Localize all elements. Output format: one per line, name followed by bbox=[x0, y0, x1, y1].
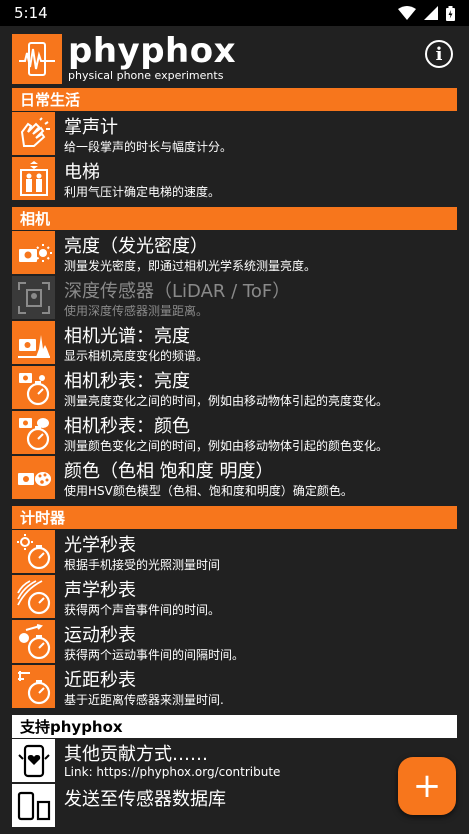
signal-icon bbox=[424, 6, 438, 20]
item-title: 亮度（发光密度） bbox=[64, 236, 208, 257]
item-title: 近距秒表 bbox=[64, 670, 136, 691]
section-header-camera: 相机 bbox=[12, 207, 457, 230]
wifi-icon bbox=[398, 6, 416, 20]
item-desc: 获得两个声音事件间的时间。 bbox=[64, 603, 221, 617]
experiment-item[interactable]: 颜色（色相 饱和度 明度） 使用HSV颜色模型（色相、饱和度和明度）确定颜色。 bbox=[12, 455, 469, 500]
phone-heart-icon bbox=[12, 739, 55, 782]
app-window: 5:14 phyphox physical phone experiments … bbox=[0, 0, 469, 834]
item-desc: 显示相机亮度变化的频谱。 bbox=[64, 349, 209, 363]
item-desc: 利用气压计确定电梯的速度。 bbox=[64, 185, 221, 199]
item-desc: 使用HSV颜色模型（色相、饱和度和明度）确定颜色。 bbox=[64, 484, 353, 498]
experiment-item[interactable]: 相机秒表：亮度 测量亮度变化之间的时间，例如由移动物体引起的亮度变化。 bbox=[12, 365, 469, 410]
item-title: 发送至传感器数据库 bbox=[64, 789, 226, 810]
item-desc: 根据手机接受的光照测量时间 bbox=[64, 558, 221, 572]
experiment-item[interactable]: 电梯 利用气压计确定电梯的速度。 bbox=[12, 156, 469, 201]
item-desc: 测量颜色变化之间的时间，例如由移动物体引起的颜色变化。 bbox=[64, 439, 389, 453]
experiment-item[interactable]: 声学秒表 获得两个声音事件间的时间。 bbox=[12, 574, 469, 619]
experiment-item[interactable]: 近距秒表 基于近距离传感器来测量时间. bbox=[12, 664, 469, 709]
camera-palette-stopwatch-icon bbox=[12, 411, 55, 454]
brand-tagline: physical phone experiments bbox=[68, 69, 224, 82]
phone-database-icon bbox=[12, 784, 55, 827]
item-desc: Link: https://phyphox.org/contribute bbox=[64, 765, 281, 779]
plus-icon: + bbox=[412, 766, 442, 806]
item-title: 声学秒表 bbox=[64, 580, 136, 601]
item-title: 深度传感器（LiDAR / ToF） bbox=[64, 281, 291, 302]
experiment-item-disabled[interactable]: 深度传感器（LiDAR / ToF） 使用深度传感器测量距离。 bbox=[12, 275, 469, 320]
sound-stopwatch-icon bbox=[12, 575, 55, 618]
item-title: 电梯 bbox=[64, 162, 100, 183]
item-desc: 基于近距离传感器来测量时间. bbox=[64, 693, 224, 707]
item-title: 光学秒表 bbox=[64, 535, 136, 556]
brand-name: phyphox bbox=[68, 31, 237, 71]
camera-sun-icon bbox=[12, 231, 55, 274]
experiment-item[interactable]: 掌声计 给一段掌声的时长与幅度计分。 bbox=[12, 111, 469, 156]
depth-sensor-icon bbox=[12, 276, 55, 319]
info-icon: i bbox=[435, 43, 443, 65]
item-title: 相机秒表：亮度 bbox=[64, 371, 190, 392]
info-button[interactable]: i bbox=[425, 40, 453, 68]
elevator-icon bbox=[12, 157, 55, 200]
item-desc: 使用深度传感器测量距离。 bbox=[64, 304, 209, 318]
clapping-hands-icon bbox=[12, 112, 55, 155]
battery-icon bbox=[446, 5, 455, 21]
brand: phyphox physical phone experiments bbox=[68, 32, 236, 82]
light-stopwatch-icon bbox=[12, 530, 55, 573]
experiment-item[interactable]: 相机秒表：颜色 测量颜色变化之间的时间，例如由移动物体引起的颜色变化。 bbox=[12, 410, 469, 455]
item-title: 掌声计 bbox=[64, 117, 118, 138]
section-header-daily-life: 日常生活 bbox=[12, 88, 457, 111]
add-experiment-button[interactable]: + bbox=[398, 757, 456, 815]
status-time: 5:14 bbox=[14, 4, 48, 22]
experiment-list: 日常生活 掌声计 给一段掌声的时长与幅度计分。 电梯 利用气压计确定电梯的速度。… bbox=[0, 88, 469, 828]
experiment-item[interactable]: 运动秒表 获得两个运动事件间的间隔时间。 bbox=[12, 619, 469, 664]
section-header-support: 支持phyphox bbox=[12, 715, 457, 738]
camera-spectrum-icon bbox=[12, 321, 55, 364]
camera-palette-icon bbox=[12, 456, 55, 499]
item-title: 其他贡献方式…… bbox=[64, 744, 208, 765]
item-title: 相机秒表：颜色 bbox=[64, 416, 190, 437]
item-title: 相机光谱：亮度 bbox=[64, 326, 190, 347]
item-title: 运动秒表 bbox=[64, 625, 136, 646]
item-desc: 给一段掌声的时长与幅度计分。 bbox=[64, 140, 233, 154]
experiment-item[interactable]: 光学秒表 根据手机接受的光照测量时间 bbox=[12, 529, 469, 574]
status-icons bbox=[398, 5, 455, 21]
experiment-item[interactable]: 亮度（发光密度） 测量发光密度，即通过相机光学系统测量亮度。 bbox=[12, 230, 469, 275]
status-bar: 5:14 bbox=[0, 0, 469, 26]
motion-stopwatch-icon bbox=[12, 620, 55, 663]
app-header: phyphox physical phone experiments i bbox=[0, 26, 469, 88]
item-desc: 获得两个运动事件间的间隔时间。 bbox=[64, 648, 245, 662]
proximity-stopwatch-icon bbox=[12, 665, 55, 708]
item-desc: 测量发光密度，即通过相机光学系统测量亮度。 bbox=[64, 259, 317, 273]
camera-stopwatch-icon bbox=[12, 366, 55, 409]
item-title: 颜色（色相 饱和度 明度） bbox=[64, 461, 274, 482]
phyphox-logo-icon bbox=[12, 34, 62, 84]
experiment-item[interactable]: 相机光谱：亮度 显示相机亮度变化的频谱。 bbox=[12, 320, 469, 365]
item-desc: 测量亮度变化之间的时间，例如由移动物体引起的亮度变化。 bbox=[64, 394, 389, 408]
section-header-timers: 计时器 bbox=[12, 506, 457, 529]
